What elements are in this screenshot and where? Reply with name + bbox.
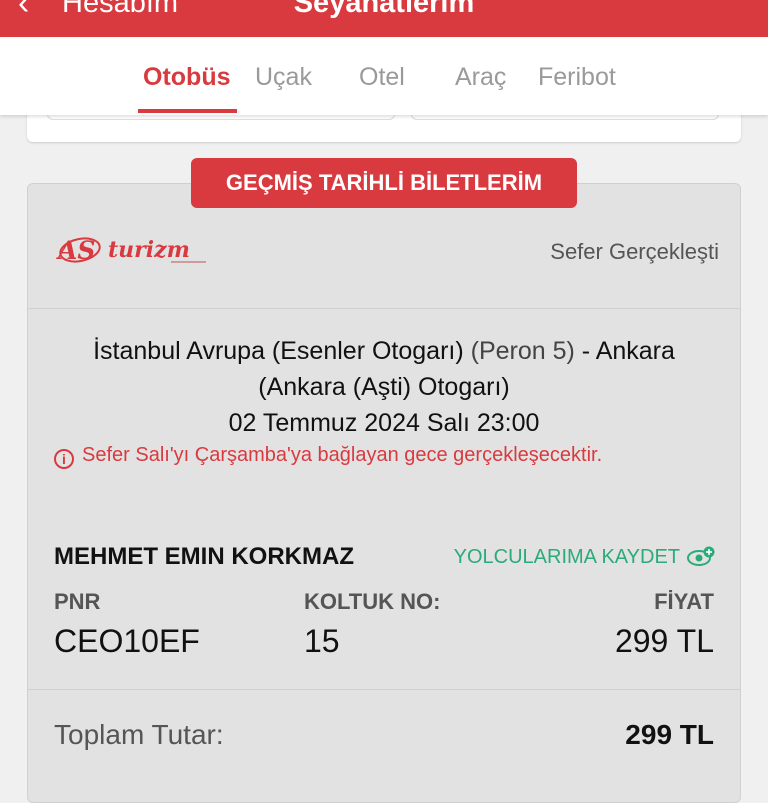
route-from: İstanbul Avrupa (Esenler Otogarı) [93,337,464,365]
ticket-card[interactable] [27,183,741,803]
active-tab-indicator [138,109,237,113]
tab-feribot[interactable]: Feribot [538,63,616,91]
tab-otobus[interactable]: Otobüs [143,63,231,91]
passenger-name: MEHMET EMIN KORKMAZ [54,543,354,570]
ticket-divider [28,689,740,690]
svg-text:turizm: turizm [108,237,190,263]
seat-label: KOLTUK NO: [304,589,441,614]
route-to-detail: (Ankara (Aşti) Otogarı) [258,373,510,401]
route-to: - Ankara [581,337,675,365]
ticket-divider [28,308,740,309]
tab-otel[interactable]: Otel [359,63,405,91]
tab-ucak[interactable]: Uçak [255,63,312,91]
price-label: FİYAT [654,589,714,614]
company-logo: AS turizm [56,234,216,268]
pnr-value: CEO10EF [54,623,200,659]
seat-value: 15 [304,623,340,659]
svg-text:AS: AS [56,236,95,265]
category-tabs: Otobüs Uçak Otel Araç Feribot [0,37,768,115]
add-passenger-icon[interactable] [686,546,716,568]
trip-datetime: 02 Temmuz 2024 Salı 23:00 [228,409,540,437]
info-icon: i [54,449,74,469]
route-platform: (Peron 5) [470,337,575,365]
app-header: ‹ Hesabım Seyahatlerim [0,0,768,37]
warning-text: Sefer Salı'yı Çarşamba'ya bağlayan gece … [82,444,603,466]
route-line-1: İstanbul Avrupa (Esenler Otogarı) (Peron… [40,333,728,369]
trip-status: Sefer Gerçekleşti [550,239,719,264]
overnight-warning: i Sefer Salı'yı Çarşamba'ya bağlayan gece… [54,444,602,469]
price-value: 299 TL [614,623,714,659]
pnr-label: PNR [54,589,101,614]
past-tickets-heading: GEÇMİŞ TARİHLİ BİLETLERİM [191,158,577,208]
total-value: 299 TL [625,719,714,750]
page-title: Seyahatlerim [293,0,475,19]
save-passenger-label[interactable]: YOLCULARIMA KAYDET [454,546,680,568]
save-passenger-link[interactable]: YOLCULARIMA KAYDET [454,546,716,569]
tab-arac[interactable]: Araç [455,63,506,91]
total-label: Toplam Tutar: [54,719,224,750]
